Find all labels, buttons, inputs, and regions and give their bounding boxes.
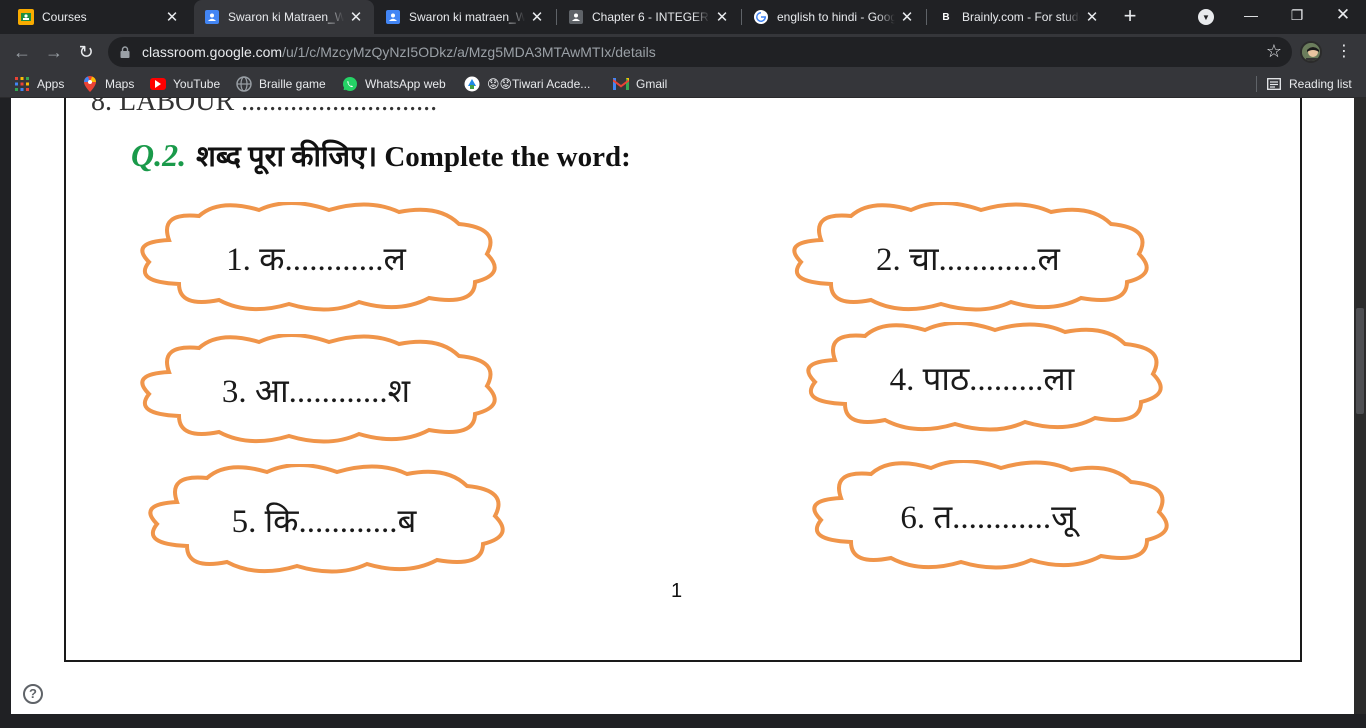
- document-viewer[interactable]: 8. LABOUR ............................ Q…: [11, 98, 1354, 714]
- word-cloud-2: 2. चा............ल: [781, 202, 1155, 312]
- word-cloud-6: 6. त............जू: [801, 460, 1175, 570]
- bookmark-youtube[interactable]: YouTube: [150, 75, 220, 93]
- maps-pin-icon: [82, 76, 98, 92]
- profile-avatar[interactable]: [1300, 41, 1322, 63]
- bookmark-label: Maps: [105, 77, 135, 91]
- scrollbar-thumb[interactable]: [1356, 308, 1364, 414]
- reading-list-label: Reading list: [1289, 77, 1352, 91]
- cloud-item-text: 3. आ............श: [221, 373, 411, 410]
- tab-title: english to hindi - Goog: [777, 10, 895, 24]
- classroom-assignment-icon: [385, 9, 401, 25]
- tab-divider: [926, 9, 927, 25]
- new-tab-button[interactable]: +: [1118, 5, 1142, 29]
- tab-english-to-hindi[interactable]: english to hindi - Goog ✕: [743, 0, 925, 34]
- minimize-icon[interactable]: —: [1228, 0, 1274, 30]
- cloud-item-text: 2. चा............ल: [876, 241, 1060, 278]
- window-bottom-edge: [0, 714, 1366, 728]
- bookmark-apps[interactable]: Apps: [14, 75, 64, 93]
- url-text: classroom.google.com/u/1/c/MzcyMzQyNzI5O…: [142, 44, 656, 60]
- address-bar[interactable]: classroom.google.com/u/1/c/MzcyMzQyNzI5O…: [108, 37, 1292, 67]
- youtube-icon: [150, 78, 166, 90]
- tab-title: Swaron ki matraen_WS: [409, 10, 525, 24]
- help-icon[interactable]: ?: [23, 684, 43, 704]
- reload-icon[interactable]: ↻: [74, 40, 98, 64]
- bookmark-whatsapp[interactable]: WhatsApp web: [342, 75, 446, 93]
- tab-strip: Courses ✕ Swaron ki Matraen_WS ✕ Swaron …: [0, 0, 1366, 34]
- reading-list-icon: [1266, 76, 1282, 92]
- cloud-item-text: 6. त............जू: [900, 499, 1076, 536]
- question-heading: Q.2. शब्द पूरा कीजिए। Complete the word:: [131, 136, 631, 175]
- forward-arrow-icon[interactable]: →: [42, 40, 66, 64]
- close-tab-icon[interactable]: ✕: [899, 9, 915, 26]
- word-cloud-5: 5. कि............ब: [137, 464, 511, 574]
- close-tab-icon[interactable]: ✕: [529, 9, 545, 26]
- bookmark-maps[interactable]: Maps: [82, 75, 134, 93]
- classroom-icon: [18, 9, 34, 25]
- bookmark-star-icon[interactable]: ☆: [1266, 41, 1282, 62]
- tab-swaron-ki-matraen[interactable]: Swaron ki matraen_WS ✕: [375, 0, 555, 34]
- word-cloud-3: 3. आ............श: [129, 334, 503, 444]
- question-text: शब्द पूरा कीजिए। Complete the word:: [196, 141, 631, 173]
- bookmark-gmail[interactable]: Gmail: [613, 75, 667, 93]
- close-tab-icon[interactable]: ✕: [164, 9, 180, 26]
- bookmark-tiwari-academy[interactable]: 😟😟Tiwari Acade...: [464, 75, 590, 93]
- cloud-item-text: 5. कि............ब: [231, 503, 417, 540]
- close-tab-icon[interactable]: ✕: [348, 9, 364, 26]
- tab-title: Chapter 6 - INTEGERS: [592, 10, 710, 24]
- tab-title: Swaron ki Matraen_WS: [228, 10, 344, 24]
- page-gutter: [0, 98, 11, 714]
- question-number: Q.2.: [131, 137, 187, 173]
- bookmark-label: Braille game: [259, 77, 326, 91]
- brainly-icon: B: [942, 11, 950, 23]
- back-arrow-icon[interactable]: ←: [10, 40, 34, 64]
- tiwari-academy-icon: [464, 76, 480, 92]
- browser-toolbar: ← → ↻ classroom.google.com/u/1/c/MzcyMzQ…: [0, 34, 1366, 70]
- cloud-item-text: 4. पाठ.........ला: [889, 361, 1075, 398]
- tab-chapter-6-integers[interactable]: Chapter 6 - INTEGERS ✕: [558, 0, 740, 34]
- reading-list-button[interactable]: Reading list: [1266, 75, 1352, 93]
- bookmark-label: 😟😟Tiwari Acade...: [487, 77, 591, 91]
- page-number: 1: [671, 580, 683, 602]
- bookmark-label: YouTube: [173, 77, 221, 91]
- cloud-item-text: 1. क............ल: [226, 241, 406, 278]
- classroom-assignment-icon: [204, 9, 220, 25]
- tab-divider: [556, 9, 557, 25]
- gmail-icon: [613, 76, 629, 92]
- google-icon: [753, 9, 769, 25]
- word-cloud-1: 1. क............ल: [129, 202, 503, 312]
- word-cloud-4: 4. पाठ.........ला: [795, 322, 1169, 432]
- lock-icon[interactable]: [120, 46, 130, 58]
- close-tab-icon[interactable]: ✕: [714, 9, 730, 26]
- tab-search-icon[interactable]: ▼: [1198, 9, 1214, 25]
- bookmarks-bar: Apps Maps YouTube Braille game WhatsApp …: [0, 70, 1366, 98]
- bookmark-label: Apps: [37, 77, 65, 91]
- bookmark-braille-game[interactable]: Braille game: [236, 75, 326, 93]
- bookmark-label: WhatsApp web: [365, 77, 446, 91]
- tab-swaron-ki-matraen-active[interactable]: Swaron ki Matraen_WS ✕: [194, 0, 374, 34]
- bookmark-label: Gmail: [636, 77, 668, 91]
- tab-brainly[interactable]: B Brainly.com - For stude ✕: [928, 0, 1110, 34]
- restore-icon[interactable]: ❐: [1274, 0, 1320, 30]
- window-close-icon[interactable]: ✕: [1320, 0, 1366, 30]
- apps-grid-icon: [14, 76, 30, 92]
- close-tab-icon[interactable]: ✕: [1084, 9, 1100, 26]
- kebab-menu-icon[interactable]: ⋮: [1336, 42, 1352, 62]
- previous-question-cutoff: 8. LABOUR ............................: [91, 98, 438, 117]
- vertical-scrollbar[interactable]: [1354, 98, 1366, 714]
- braille-globe-icon: [236, 76, 252, 92]
- tab-courses[interactable]: Courses ✕: [0, 0, 190, 34]
- classroom-assignment-icon: [568, 9, 584, 25]
- bookmark-divider: [1256, 76, 1257, 92]
- whatsapp-icon: [342, 76, 358, 92]
- tab-divider: [741, 9, 742, 25]
- tab-title: Brainly.com - For stude: [962, 10, 1080, 24]
- tab-title: Courses: [42, 10, 87, 24]
